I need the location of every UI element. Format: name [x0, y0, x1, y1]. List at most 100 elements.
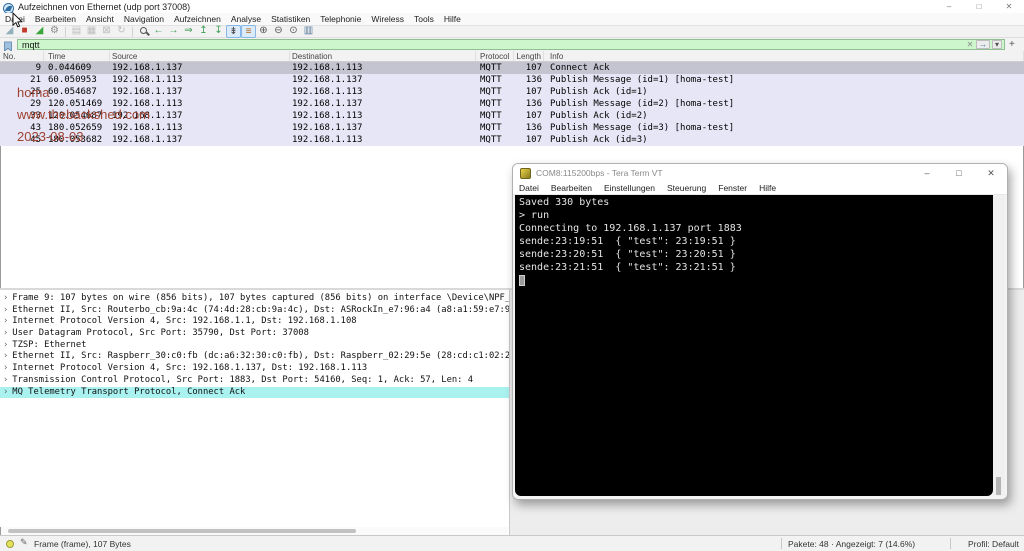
terminal-cursor: [519, 275, 525, 286]
terminal-scrollbar-thumb[interactable]: [996, 477, 1001, 495]
terminal-line: Connecting to 192.168.1.137 port 1883: [519, 222, 993, 235]
reload-button[interactable]: ↻: [114, 25, 129, 38]
terminal-line: Saved 330 bytes: [519, 196, 993, 209]
expand-chevron-icon[interactable]: ›: [3, 328, 8, 338]
packet-row[interactable]: 43180.052659192.168.1.113192.168.1.137MQ…: [0, 122, 1024, 134]
filter-dropdown-icon[interactable]: ▾: [992, 40, 1002, 49]
menu-item-einstellungen[interactable]: Einstellungen: [598, 182, 661, 195]
packet-row[interactable]: 45180.053682192.168.1.137192.168.1.113MQ…: [0, 134, 1024, 146]
menu-item-telephonie[interactable]: Telephonie: [315, 13, 366, 25]
previous-packet-button[interactable]: ←: [151, 25, 166, 38]
zoom-out-button[interactable]: ⊖: [271, 25, 286, 38]
auto-scroll-toggle[interactable]: ⇟: [226, 25, 241, 38]
expert-info-icon[interactable]: [6, 540, 14, 548]
menu-item-fenster[interactable]: Fenster: [712, 182, 753, 195]
detail-line-text: MQ Telemetry Transport Protocol, Connect…: [12, 387, 245, 397]
first-packet-button[interactable]: ↥: [196, 25, 211, 38]
menu-item-datei[interactable]: Datei: [513, 182, 545, 195]
teraterm-menubar: DateiBearbeitenEinstellungenSteuerungFen…: [513, 182, 1007, 195]
go-to-packet-button[interactable]: ⇒: [181, 25, 196, 38]
scrollbar-thumb[interactable]: [8, 529, 356, 533]
filter-clear-icon[interactable]: ✕: [964, 40, 976, 49]
detail-line[interactable]: ›Transmission Control Protocol, Src Port…: [0, 375, 509, 387]
teraterm-maximize-button[interactable]: □: [943, 164, 975, 182]
column-header-source[interactable]: Source: [110, 51, 290, 61]
packet-list: 90.044609192.168.1.137192.168.1.113MQTT1…: [0, 62, 1024, 146]
last-packet-button[interactable]: ↧: [211, 25, 226, 38]
teraterm-close-button[interactable]: ✕: [975, 164, 1007, 182]
statusbar-profile[interactable]: Profil: Default: [968, 539, 1019, 549]
column-header-info[interactable]: Info: [544, 51, 1024, 61]
menu-item-bearbeiten[interactable]: Bearbeiten: [30, 13, 81, 25]
expand-chevron-icon[interactable]: ›: [3, 363, 8, 373]
packet-row[interactable]: 2560.054687192.168.1.137192.168.1.113MQT…: [0, 86, 1024, 98]
detail-line[interactable]: ›Frame 9: 107 bytes on wire (856 bits), …: [0, 293, 509, 305]
terminal-output[interactable]: Saved 330 bytes> runConnecting to 192.16…: [515, 195, 993, 496]
capture-options-button[interactable]: ⚙: [47, 25, 62, 38]
detail-line-text: Ethernet II, Src: Raspberr_30:c0:fb (dc:…: [12, 351, 509, 361]
filter-bookmark-icon[interactable]: [3, 39, 15, 50]
close-file-button[interactable]: ⊠: [99, 25, 114, 38]
maximize-button[interactable]: □: [964, 0, 994, 13]
resize-columns-button[interactable]: ▥: [301, 25, 316, 38]
detail-line[interactable]: › Internet Protocol Version 4, Src: 192.1…: [0, 363, 509, 375]
zoom-in-button[interactable]: ⊕: [256, 25, 271, 38]
menu-item-statistiken[interactable]: Statistiken: [266, 13, 315, 25]
expand-chevron-icon[interactable]: ›: [3, 351, 8, 361]
menu-item-tools[interactable]: Tools: [409, 13, 439, 25]
column-header-length[interactable]: Length: [514, 51, 544, 61]
column-header-no[interactable]: No.: [0, 51, 44, 61]
details-horizontal-scrollbar[interactable]: [1, 527, 508, 535]
expand-chevron-icon[interactable]: ›: [3, 305, 8, 315]
packet-row[interactable]: 33120.054687192.168.1.137192.168.1.113MQ…: [0, 110, 1024, 122]
teraterm-minimize-button[interactable]: –: [911, 164, 943, 182]
menu-item-steuerung[interactable]: Steuerung: [661, 182, 712, 195]
menu-item-hilfe[interactable]: Hilfe: [753, 182, 782, 195]
filter-bar: mqtt ✕ → ▾ +: [0, 38, 1024, 51]
detail-line[interactable]: ›User Datagram Protocol, Src Port: 35790…: [0, 328, 509, 340]
teraterm-window: COM8:115200bps - Tera Term VT – □ ✕ Date…: [512, 163, 1008, 500]
menu-item-wireless[interactable]: Wireless: [366, 13, 409, 25]
menu-item-ansicht[interactable]: Ansicht: [81, 13, 119, 25]
watermark-line: 2023-08-03: [17, 130, 150, 143]
colorize-toggle[interactable]: ≡: [241, 25, 256, 38]
terminal-scrollbar[interactable]: [993, 195, 1005, 496]
window-controls: – □ ✕: [934, 0, 1024, 13]
column-header-protocol[interactable]: Protocol: [476, 51, 514, 61]
filter-add-button[interactable]: +: [1009, 39, 1015, 50]
detail-line[interactable]: › MQ Telemetry Transport Protocol, Connec…: [0, 387, 509, 399]
expand-chevron-icon[interactable]: ›: [3, 387, 8, 397]
expand-chevron-icon[interactable]: ›: [3, 375, 8, 385]
menu-item-aufzeichnen[interactable]: Aufzeichnen: [169, 13, 226, 25]
next-packet-button[interactable]: →: [166, 25, 181, 38]
detail-line[interactable]: ›TZSP: Ethernet: [0, 340, 509, 352]
display-filter-input[interactable]: mqtt ✕ → ▾: [17, 39, 1005, 50]
minimize-button[interactable]: –: [934, 0, 964, 13]
zoom-reset-button[interactable]: ⊙: [286, 25, 301, 38]
expand-chevron-icon[interactable]: ›: [3, 293, 8, 303]
capture-comment-icon[interactable]: ✎: [20, 537, 28, 548]
watermark: homawww.thebackshed.com2023-08-03: [17, 86, 150, 152]
detail-line[interactable]: › Ethernet II, Src: Raspberr_30:c0:fb (dc…: [0, 351, 509, 363]
expand-chevron-icon[interactable]: ›: [3, 340, 8, 350]
menu-item-bearbeiten[interactable]: Bearbeiten: [545, 182, 598, 195]
find-packet-button[interactable]: [136, 25, 151, 38]
menu-item-navigation[interactable]: Navigation: [119, 13, 169, 25]
filter-apply-icon[interactable]: →: [976, 40, 990, 49]
column-header-destination[interactable]: Destination: [290, 51, 476, 61]
detail-line[interactable]: ›Internet Protocol Version 4, Src: 192.1…: [0, 316, 509, 328]
expand-chevron-icon[interactable]: ›: [3, 316, 8, 326]
restart-capture-button[interactable]: ◢: [32, 25, 47, 38]
menu-item-hilfe[interactable]: Hilfe: [439, 13, 466, 25]
close-button[interactable]: ✕: [994, 0, 1024, 13]
packet-row[interactable]: 2160.050953192.168.1.113192.168.1.137MQT…: [0, 74, 1024, 86]
open-file-button[interactable]: ▤: [69, 25, 84, 38]
packet-row[interactable]: 29120.051469192.168.1.113192.168.1.137MQ…: [0, 98, 1024, 110]
packet-row[interactable]: 90.044609192.168.1.137192.168.1.113MQTT1…: [0, 62, 1024, 74]
save-file-button[interactable]: ▦: [84, 25, 99, 38]
column-header-time[interactable]: Time: [44, 51, 110, 61]
detail-line[interactable]: ›Ethernet II, Src: Routerbo_cb:9a:4c (74…: [0, 305, 509, 317]
detail-line-text: Internet Protocol Version 4, Src: 192.16…: [12, 363, 367, 373]
menu-item-analyse[interactable]: Analyse: [226, 13, 266, 25]
toolbar-separator: [132, 27, 133, 37]
